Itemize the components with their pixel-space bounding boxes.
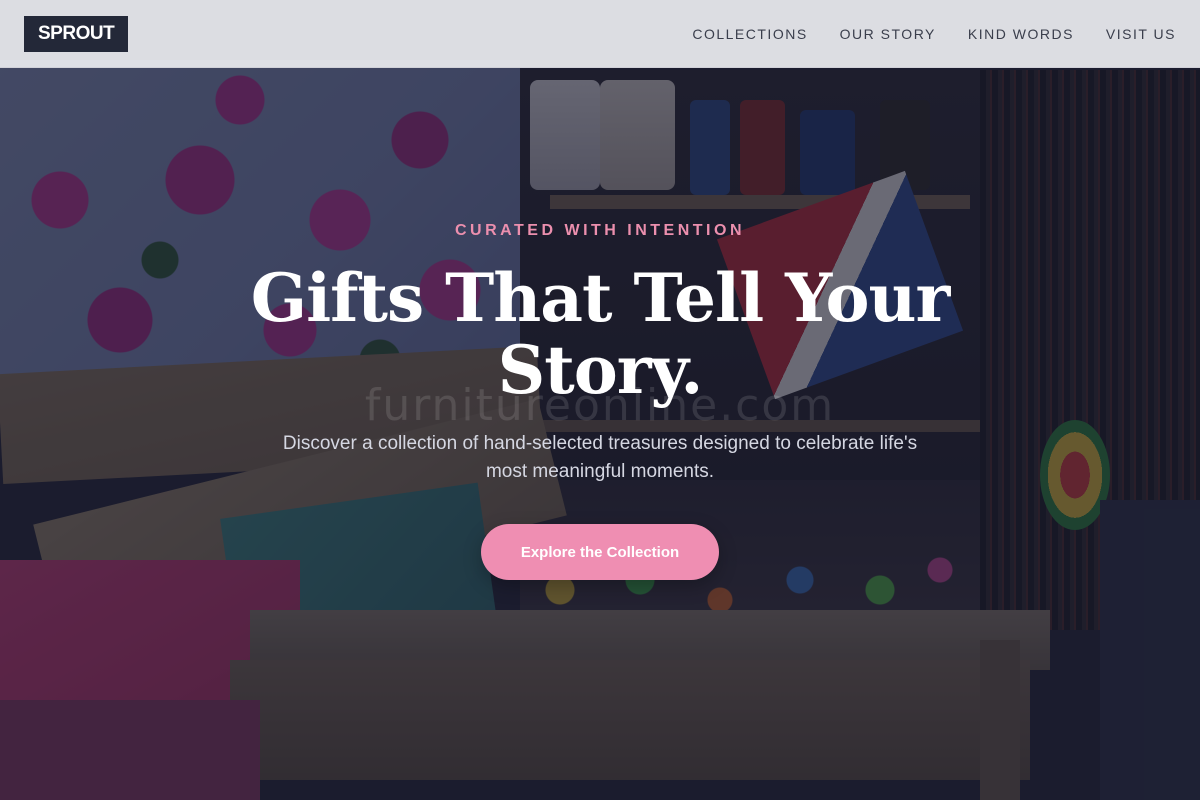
explore-collection-button[interactable]: Explore the Collection	[481, 524, 719, 580]
hero-eyebrow: CURATED WITH INTENTION	[454, 222, 745, 239]
nav-link-visit-us[interactable]: VISIT US	[1106, 26, 1176, 42]
logo[interactable]: SPROUT	[24, 15, 129, 52]
top-navbar: SPROUT COLLECTIONS OUR STORY KIND WORDS …	[0, 0, 1200, 68]
nav-link-our-story[interactable]: OUR STORY	[840, 26, 936, 42]
hero-subtext: Discover a collection of hand-selected t…	[282, 433, 918, 482]
nav-link-kind-words[interactable]: KIND WORDS	[968, 26, 1074, 42]
hero-headline: Gifts That Tell Your Story.	[250, 259, 951, 409]
nav-link-collections[interactable]: COLLECTIONS	[692, 26, 807, 42]
main-nav: COLLECTIONS OUR STORY KIND WORDS VISIT U…	[692, 26, 1176, 42]
hero-section: furnitureonline.com CURATED WITH INTENTI…	[0, 0, 1200, 800]
